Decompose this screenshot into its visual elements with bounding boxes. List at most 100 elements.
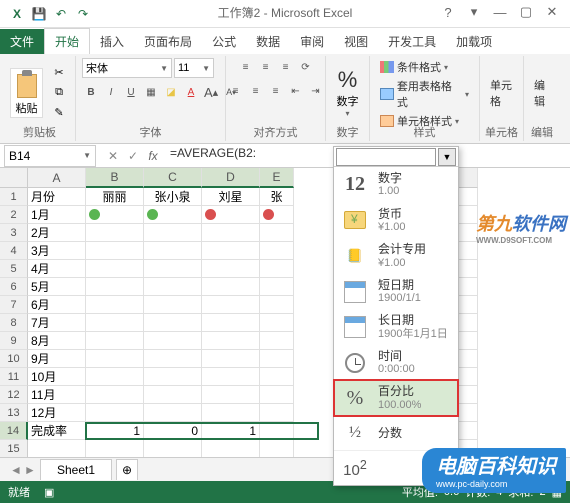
cell[interactable] <box>28 440 86 458</box>
cell[interactable] <box>202 206 260 224</box>
row-header[interactable]: 5 <box>0 260 28 278</box>
cell[interactable] <box>86 332 144 350</box>
col-header-b[interactable]: B <box>86 168 144 188</box>
cell[interactable] <box>260 368 294 386</box>
col-header-e[interactable]: E <box>260 168 294 188</box>
cell[interactable] <box>144 368 202 386</box>
cell[interactable] <box>144 350 202 368</box>
cell[interactable] <box>202 368 260 386</box>
select-all-corner[interactable] <box>0 168 28 188</box>
cell[interactable] <box>86 386 144 404</box>
cell[interactable] <box>144 260 202 278</box>
cell[interactable] <box>86 440 144 458</box>
cell[interactable] <box>144 440 202 458</box>
cell[interactable] <box>86 260 144 278</box>
cut-icon[interactable]: ✂ <box>49 64 69 82</box>
cell[interactable] <box>86 404 144 422</box>
underline-button[interactable]: U <box>122 83 140 101</box>
col-header-d[interactable]: D <box>202 168 260 188</box>
cell[interactable]: 9月 <box>28 350 86 368</box>
cell[interactable] <box>260 242 294 260</box>
cell[interactable] <box>86 296 144 314</box>
save-icon[interactable]: 💾 <box>28 3 50 25</box>
cell[interactable] <box>260 296 294 314</box>
cell[interactable] <box>86 206 144 224</box>
name-box[interactable]: B14▼ <box>4 145 96 167</box>
tab-addin[interactable]: 加载项 <box>446 29 502 54</box>
fill-color-button[interactable]: ◪ <box>162 83 180 101</box>
cell[interactable]: 7月 <box>28 314 86 332</box>
indent-increase-icon[interactable]: ⇥ <box>307 82 325 100</box>
tab-review[interactable]: 审阅 <box>290 29 334 54</box>
row-header[interactable]: 4 <box>0 242 28 260</box>
fx-icon[interactable]: fx <box>144 147 162 165</box>
cell[interactable] <box>144 386 202 404</box>
cell[interactable] <box>202 332 260 350</box>
excel-icon[interactable]: X <box>6 3 28 25</box>
new-sheet-button[interactable]: ⊕ <box>116 459 138 480</box>
tab-file[interactable]: 文件 <box>0 29 44 54</box>
cell[interactable]: 3月 <box>28 242 86 260</box>
cell[interactable]: 丽丽 <box>86 188 144 206</box>
cell[interactable] <box>86 350 144 368</box>
tab-home[interactable]: 开始 <box>44 28 90 54</box>
ribbon-toggle-icon[interactable]: ▾ <box>462 2 486 22</box>
cell[interactable] <box>202 242 260 260</box>
cell[interactable]: 1月 <box>28 206 86 224</box>
cell[interactable] <box>86 224 144 242</box>
cell[interactable] <box>144 404 202 422</box>
indent-decrease-icon[interactable]: ⇤ <box>287 82 305 100</box>
cell[interactable] <box>260 314 294 332</box>
row-header[interactable]: 12 <box>0 386 28 404</box>
cell[interactable] <box>202 296 260 314</box>
row-header[interactable]: 6 <box>0 278 28 296</box>
cell[interactable] <box>260 206 294 224</box>
minimize-icon[interactable]: — <box>488 2 512 22</box>
align-center-icon[interactable]: ≡ <box>247 82 265 100</box>
cell[interactable]: 8月 <box>28 332 86 350</box>
align-left-icon[interactable]: ≡ <box>227 82 245 100</box>
cell[interactable]: 0 <box>144 422 202 440</box>
row-header[interactable]: 9 <box>0 332 28 350</box>
row-header[interactable]: 14 <box>0 422 28 440</box>
cell[interactable]: 张 <box>260 188 294 206</box>
cell[interactable] <box>144 296 202 314</box>
tab-insert[interactable]: 插入 <box>90 29 134 54</box>
cell[interactable] <box>260 224 294 242</box>
cell[interactable]: 1 <box>86 422 144 440</box>
numfmt-accounting[interactable]: 📒 会计专用¥1.00 <box>334 238 458 274</box>
maximize-icon[interactable]: ▢ <box>514 2 538 22</box>
cell[interactable]: 月份 <box>28 188 86 206</box>
cell[interactable] <box>260 422 294 440</box>
grow-font-icon[interactable]: A▴ <box>202 83 220 101</box>
cell[interactable] <box>144 332 202 350</box>
cell[interactable] <box>202 386 260 404</box>
cell[interactable] <box>202 314 260 332</box>
copy-icon[interactable]: ⧉ <box>49 84 69 102</box>
cell[interactable] <box>144 278 202 296</box>
bold-button[interactable]: B <box>82 83 100 101</box>
cell[interactable] <box>260 404 294 422</box>
cell[interactable]: 2月 <box>28 224 86 242</box>
align-middle-icon[interactable]: ≡ <box>257 58 275 76</box>
numfmt-select-box[interactable]: ▼ <box>334 147 458 167</box>
cell[interactable] <box>86 314 144 332</box>
cell[interactable]: 4月 <box>28 260 86 278</box>
row-header[interactable]: 7 <box>0 296 28 314</box>
format-painter-icon[interactable]: ✎ <box>49 104 69 122</box>
cell[interactable]: 5月 <box>28 278 86 296</box>
align-right-icon[interactable]: ≡ <box>267 82 285 100</box>
numfmt-currency[interactable]: 货币¥1.00 <box>334 203 458 239</box>
cell[interactable] <box>86 242 144 260</box>
cell[interactable]: 1 <box>202 422 260 440</box>
cell[interactable]: 完成率 <box>28 422 86 440</box>
macro-record-icon[interactable]: ▣ <box>44 486 54 499</box>
numfmt-long-date[interactable]: 长日期1900年1月1日 <box>334 309 458 345</box>
cell[interactable] <box>86 278 144 296</box>
cell[interactable] <box>260 386 294 404</box>
align-bottom-icon[interactable]: ≡ <box>277 58 295 76</box>
border-button[interactable]: ▦ <box>142 83 160 101</box>
cell[interactable] <box>144 206 202 224</box>
cell[interactable] <box>260 350 294 368</box>
cell[interactable] <box>144 314 202 332</box>
